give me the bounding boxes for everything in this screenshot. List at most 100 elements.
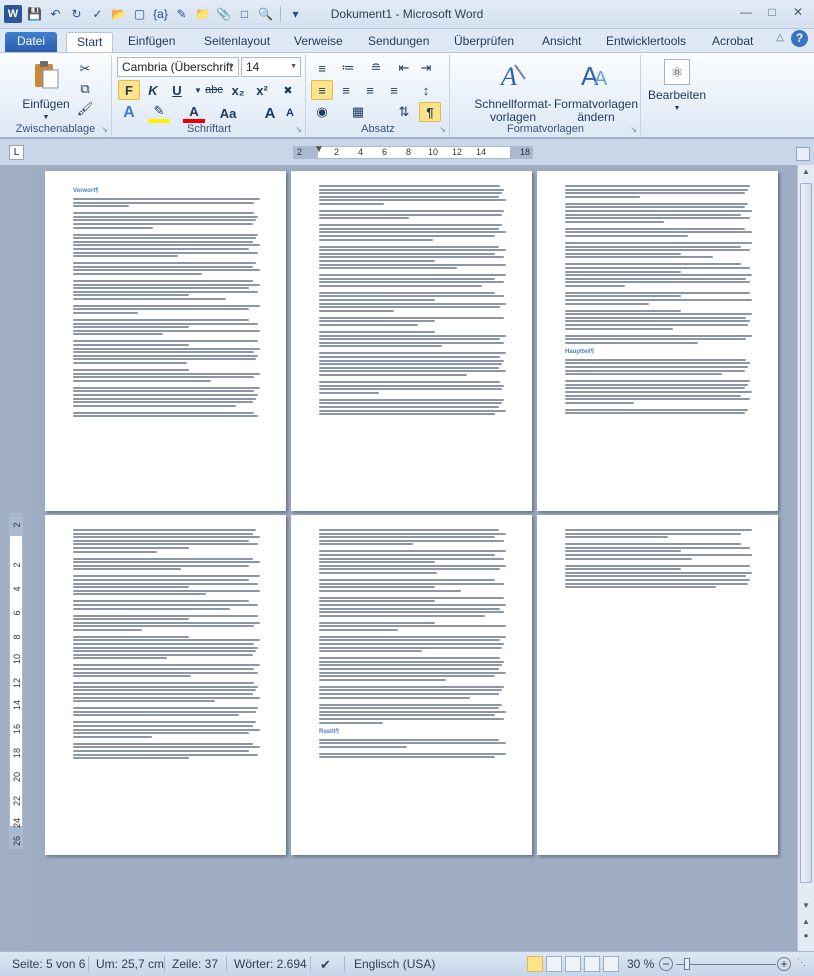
ribbon-minimize-icon[interactable]: △	[776, 32, 784, 43]
shrink-font-button[interactable]: A	[279, 103, 301, 123]
change-case-button[interactable]: Aa	[217, 103, 239, 123]
tab-acrobat[interactable]: Acrobat	[702, 32, 763, 52]
tab-seitenlayout[interactable]: Seitenlayout	[194, 32, 280, 52]
minimize-icon[interactable]: —	[734, 3, 758, 21]
font-name-combo[interactable]: Cambria (Überschrift ▼	[117, 57, 239, 77]
font-launcher-icon[interactable]: ↘	[295, 125, 302, 134]
horizontal-ruler[interactable]: 2 2 4 6 8 10 12 14 18 ▼	[293, 144, 533, 159]
line-spacing-icon[interactable]: ↕	[415, 80, 437, 100]
status-line[interactable]: Zeile: 37	[172, 957, 218, 971]
page-6[interactable]	[537, 515, 778, 855]
tab-file[interactable]: Datei	[5, 32, 57, 52]
outline-view-icon[interactable]	[584, 956, 600, 972]
borders-icon[interactable]: ▦	[347, 102, 369, 122]
page-1[interactable]: Vorwort¶	[45, 171, 286, 511]
word-logo-icon[interactable]: W	[4, 5, 22, 23]
print-preview-icon[interactable]: 🔍	[257, 6, 274, 23]
print-layout-view-icon[interactable]	[527, 956, 543, 972]
underline-button[interactable]: U	[166, 80, 188, 100]
styles-launcher-icon[interactable]: ↘	[630, 125, 637, 134]
paste-button[interactable]: Einfügen ▼	[18, 59, 74, 124]
quick-styles-button[interactable]: A Schnellformat-vorlagen	[473, 59, 553, 124]
justify-icon[interactable]: ≡	[383, 80, 405, 100]
status-language[interactable]: Englisch (USA)	[354, 957, 435, 971]
full-screen-view-icon[interactable]	[546, 956, 562, 972]
page-icon[interactable]: □	[236, 6, 253, 23]
tab-sendungen[interactable]: Sendungen	[358, 32, 439, 52]
draft-view-icon[interactable]	[603, 956, 619, 972]
redo-icon[interactable]: ↻	[68, 6, 85, 23]
paragraph-launcher-icon[interactable]: ↘	[439, 125, 446, 134]
align-left-icon[interactable]: ≡	[311, 80, 333, 100]
increase-indent-icon[interactable]: ⇥	[415, 58, 437, 78]
grow-font-button[interactable]: A	[259, 103, 281, 123]
tab-entwicklertools[interactable]: Entwicklertools	[596, 32, 696, 52]
undo-icon[interactable]: ↶	[47, 6, 64, 23]
align-right-icon[interactable]: ≡	[359, 80, 381, 100]
web-layout-view-icon[interactable]	[565, 956, 581, 972]
view-ruler-icon[interactable]	[796, 147, 810, 161]
tab-selector-icon[interactable]: L	[9, 145, 24, 160]
tab-start[interactable]: Start	[66, 32, 114, 52]
font-size-combo[interactable]: 14 ▼	[241, 57, 301, 77]
bold-button[interactable]: F	[118, 80, 140, 100]
tab-ueberpruefen[interactable]: Überprüfen	[444, 32, 524, 52]
vertical-scrollbar[interactable]: ▲ ▼ ▲ ●	[797, 165, 814, 951]
tab-ansicht[interactable]: Ansicht	[532, 32, 591, 52]
vertical-ruler[interactable]: 2 2 4 6 8 10 12 14 16 18 20 22 24 26	[9, 513, 23, 849]
zoom-in-icon[interactable]: +	[777, 957, 791, 971]
format-painter-icon[interactable]: ✓	[89, 6, 106, 23]
scroll-up-icon[interactable]: ▲	[800, 167, 812, 181]
text-effects-icon[interactable]: A	[118, 103, 140, 123]
scroll-thumb[interactable]	[800, 183, 812, 883]
status-position[interactable]: Um: 25,7 cm	[96, 957, 164, 971]
clear-formatting-icon[interactable]: ✖	[277, 80, 299, 100]
qat-customize-icon[interactable]: ▾	[287, 6, 304, 23]
tab-einfuegen[interactable]: Einfügen	[118, 32, 185, 52]
page-4[interactable]	[45, 515, 286, 855]
superscript-button[interactable]: x²	[251, 80, 273, 100]
clipboard-launcher-icon[interactable]: ↘	[101, 125, 108, 134]
page-2[interactable]	[291, 171, 532, 511]
save-icon[interactable]: 💾	[26, 6, 43, 23]
highlight-icon[interactable]: ✎	[173, 6, 190, 23]
editing-button[interactable]: ⚛ Bearbeiten ▼	[646, 59, 708, 115]
sort-icon[interactable]: ⇅	[393, 102, 415, 122]
zoom-slider-track[interactable]	[676, 964, 776, 965]
cut-icon[interactable]: ✂	[74, 59, 96, 79]
zoom-level[interactable]: 30 %	[627, 957, 654, 971]
format-painter-icon[interactable]: 🖌	[74, 99, 96, 119]
zoom-slider-thumb[interactable]	[684, 958, 691, 970]
page-5[interactable]: Rastit¶	[291, 515, 532, 855]
bullets-icon[interactable]: ≡	[311, 58, 333, 78]
align-center-icon[interactable]: ≡	[335, 80, 357, 100]
shading-icon[interactable]: ◉	[311, 102, 333, 122]
folder-icon[interactable]: 📁	[194, 6, 211, 23]
status-page[interactable]: Seite: 5 von 6	[12, 957, 85, 971]
browse-object-icon[interactable]: ●	[800, 931, 812, 945]
scroll-down-icon[interactable]: ▼	[800, 901, 812, 915]
spelling-check-icon[interactable]: ✔	[320, 957, 331, 973]
change-styles-button[interactable]: AA Formatvorlagen ändern	[553, 59, 639, 124]
strikethrough-button[interactable]: abc	[203, 80, 225, 100]
font-color-icon[interactable]: A	[183, 103, 205, 123]
equation-icon[interactable]: {a}	[152, 6, 169, 23]
numbering-icon[interactable]: ≔	[337, 58, 359, 78]
page-3[interactable]: Hauptteil¶	[537, 171, 778, 511]
multilevel-list-icon[interactable]: ≘	[365, 58, 387, 78]
attach-icon[interactable]: 📎	[215, 6, 232, 23]
indent-marker-icon[interactable]: ▼	[314, 144, 324, 155]
tab-verweise[interactable]: Verweise	[284, 32, 353, 52]
italic-button[interactable]: K	[142, 80, 164, 100]
decrease-indent-icon[interactable]: ⇤	[393, 58, 415, 78]
new-icon[interactable]: ▢	[131, 6, 148, 23]
open-icon[interactable]: 📂	[110, 6, 127, 23]
document-area[interactable]: Vorwort¶ Hauptteil¶ Rastit¶	[28, 165, 796, 951]
maximize-icon[interactable]: □	[760, 3, 784, 21]
resize-grip-icon[interactable]: ⋱	[797, 957, 806, 968]
help-icon[interactable]: ?	[791, 30, 808, 47]
subscript-button[interactable]: x₂	[227, 80, 249, 100]
highlight-color-icon[interactable]: ✎	[148, 103, 170, 123]
copy-icon[interactable]: ⧉	[74, 79, 96, 99]
previous-page-icon[interactable]: ▲	[800, 917, 812, 931]
